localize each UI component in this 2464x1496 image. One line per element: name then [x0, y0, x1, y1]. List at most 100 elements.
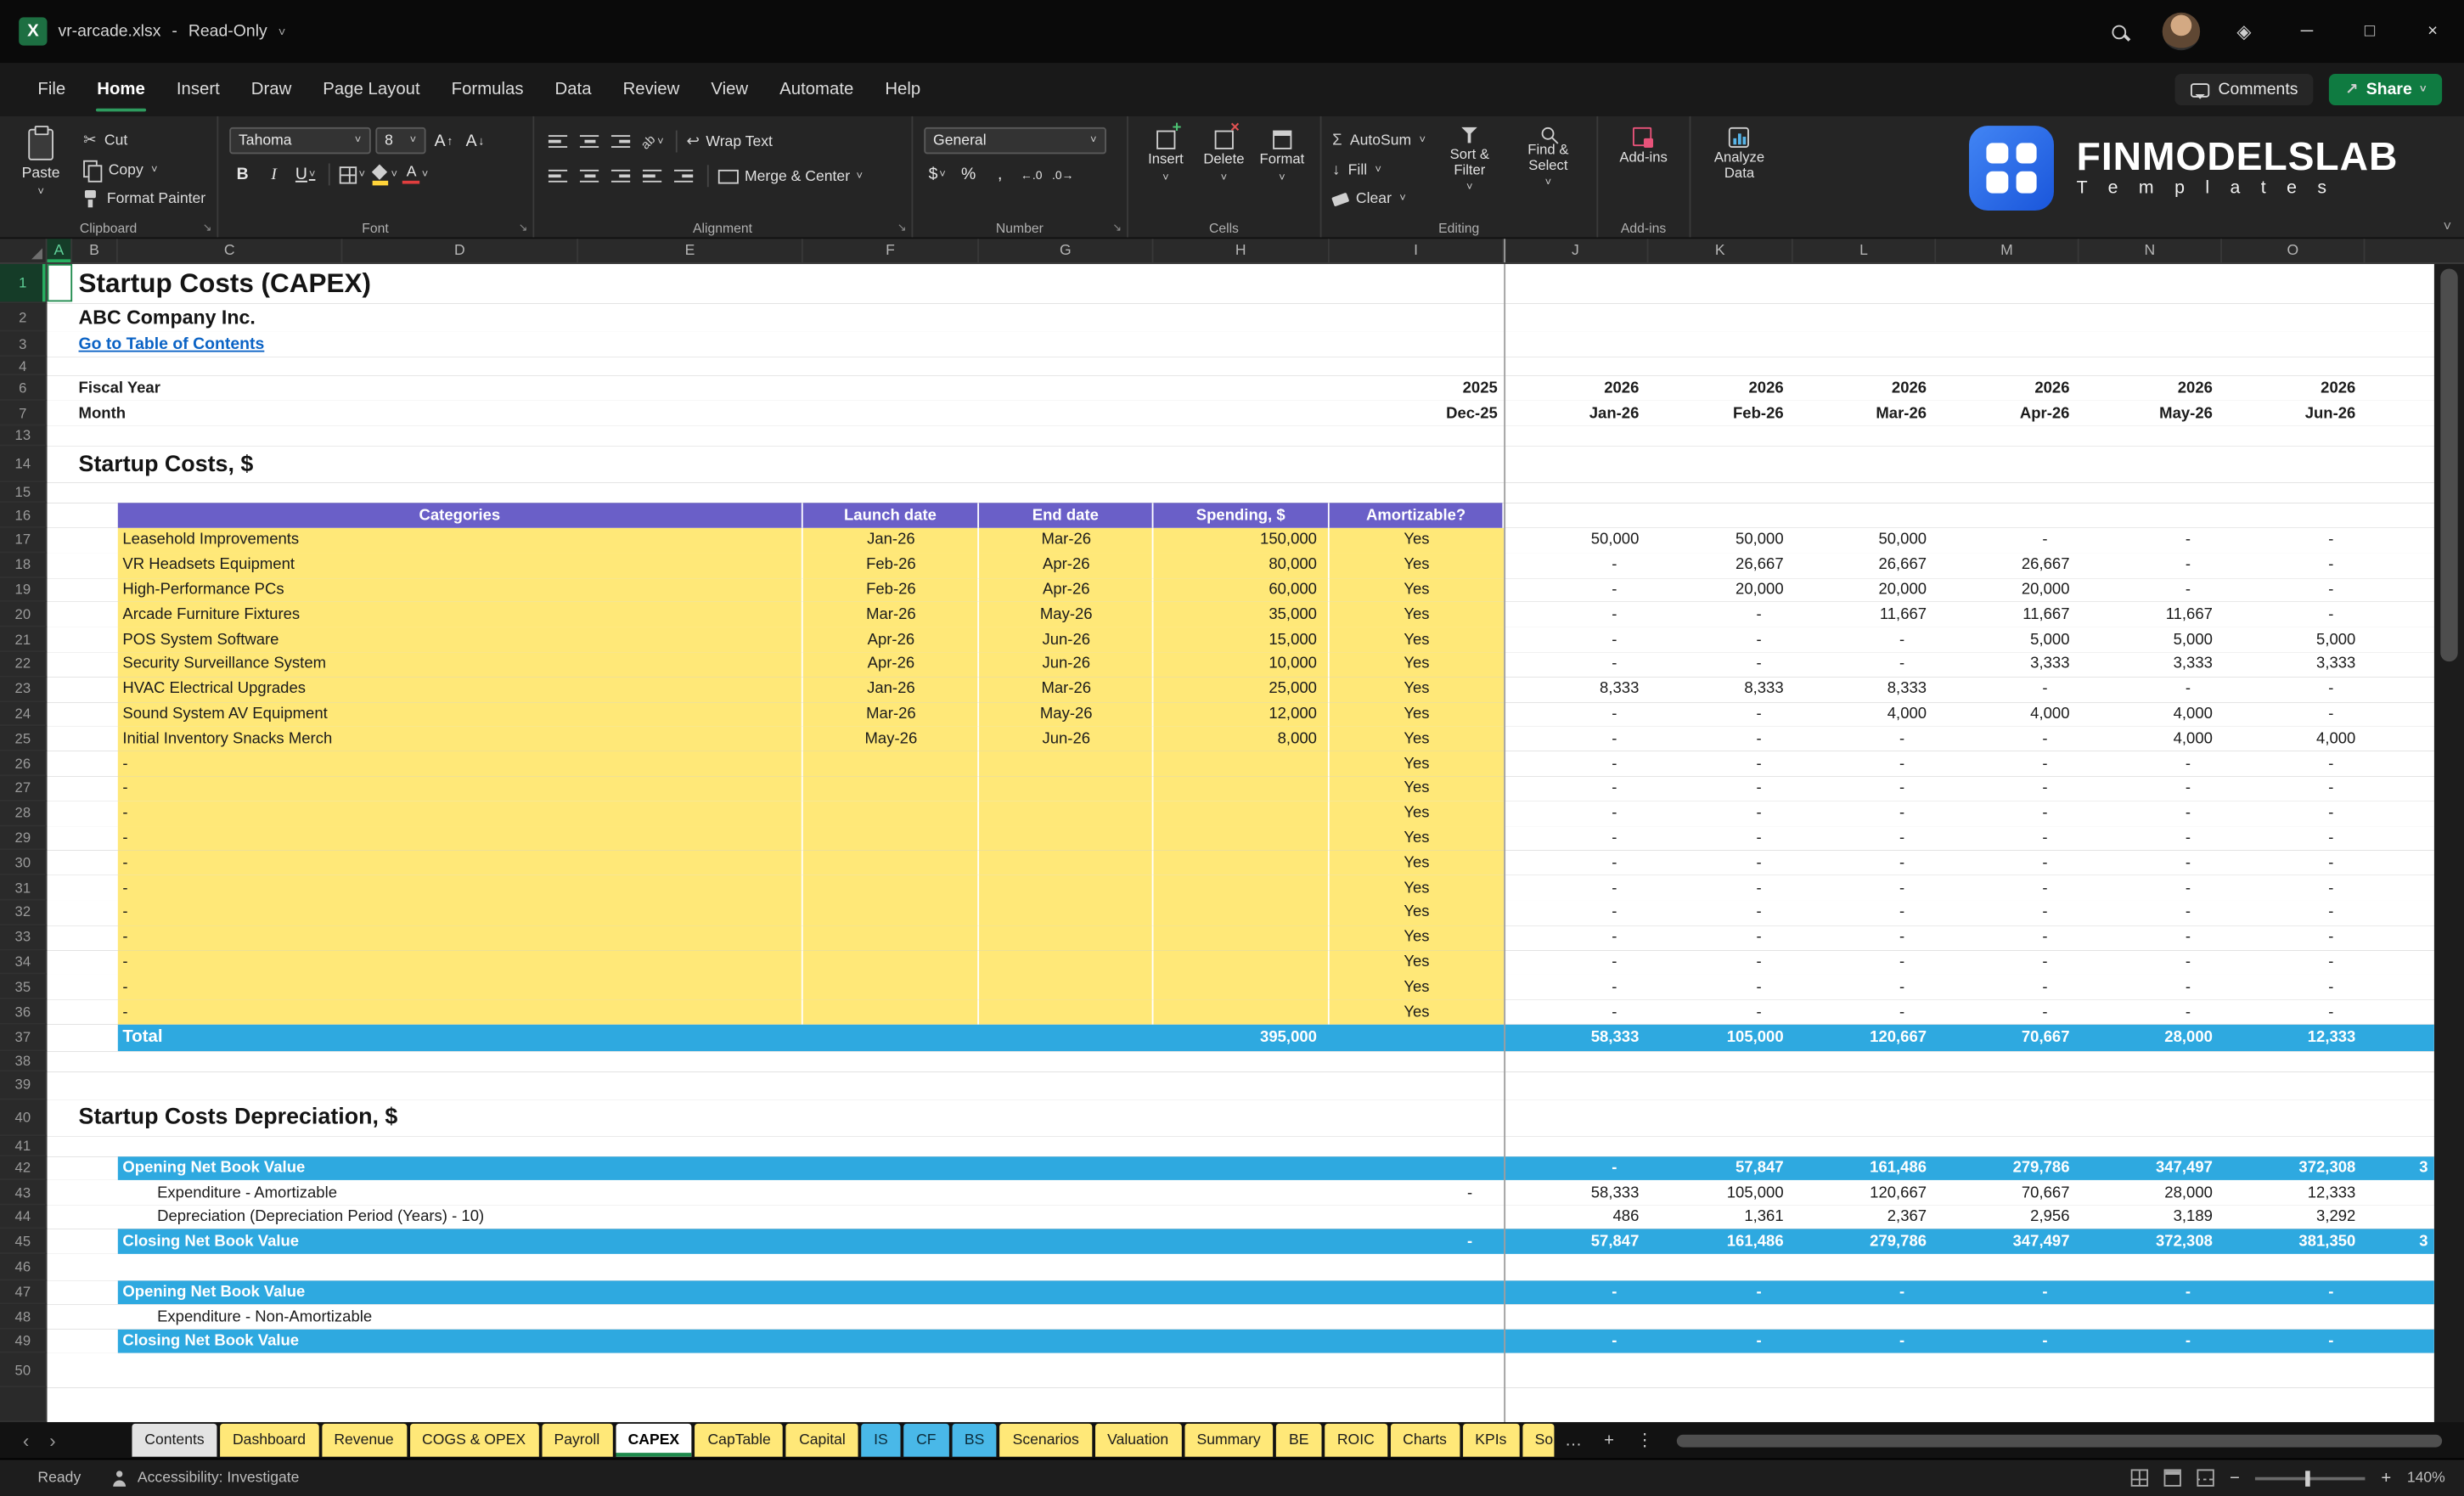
cell[interactable]: 3,292 [2222, 1205, 2365, 1229]
row-header[interactable]: 26 [0, 751, 48, 776]
tab-scroll-right-icon[interactable]: › [39, 1429, 65, 1451]
cell[interactable]: - [122, 900, 798, 925]
cell[interactable] [803, 776, 979, 801]
cell[interactable]: 347,497 [2079, 1156, 2222, 1181]
increase-indent-button[interactable] [671, 163, 697, 188]
cell[interactable]: - [1936, 900, 2079, 925]
row-header[interactable]: 31 [0, 875, 48, 900]
menu-insert[interactable]: Insert [160, 63, 235, 116]
cell[interactable]: - [1504, 826, 1648, 851]
cell[interactable]: - [122, 875, 798, 900]
cell[interactable]: - [1936, 925, 2079, 950]
page-layout-view-button[interactable] [2163, 1469, 2180, 1486]
sheet-tab-valuation[interactable]: Valuation [1094, 1424, 1181, 1457]
cell[interactable]: - [2079, 925, 2222, 950]
cell[interactable] [803, 975, 979, 999]
row-header[interactable]: 16 [0, 503, 48, 528]
cell[interactable]: - [1648, 1330, 1792, 1354]
row-header[interactable]: 13 [0, 426, 48, 447]
cell[interactable]: - [2222, 702, 2365, 727]
cell[interactable]: - [1793, 925, 1936, 950]
row-header[interactable]: 48 [0, 1305, 48, 1330]
cell[interactable]: - [2079, 999, 2222, 1024]
cell[interactable]: 395,000 [1153, 1025, 1329, 1051]
cell[interactable]: - [1648, 826, 1792, 851]
cell[interactable] [979, 900, 1153, 925]
row-header[interactable]: 45 [0, 1229, 48, 1254]
cell[interactable]: 105,000 [1648, 1181, 1792, 1206]
cell[interactable]: - [2079, 577, 2222, 602]
cell[interactable]: Jun-26 [979, 652, 1153, 677]
row-header[interactable]: 42 [0, 1156, 48, 1181]
sheet-tab-roic[interactable]: ROIC [1325, 1424, 1387, 1457]
cell[interactable]: - [2222, 950, 2365, 975]
cell[interactable]: - [1504, 702, 1648, 727]
cell[interactable] [803, 999, 979, 1024]
align-bottom-button[interactable] [608, 129, 634, 155]
cell[interactable]: Feb-26 [1648, 401, 1792, 426]
cell[interactable]: Mar-26 [803, 702, 979, 727]
analyze-data-button[interactable]: Analyze Data [1702, 124, 1777, 215]
cell[interactable]: 5,000 [2222, 627, 2365, 652]
cell[interactable]: - [1793, 627, 1936, 652]
cell[interactable]: - [122, 950, 798, 975]
comments-button[interactable]: Comments [2174, 74, 2314, 105]
cell[interactable]: 5,000 [1936, 627, 2079, 652]
row-header[interactable]: 40 [0, 1100, 48, 1136]
cell[interactable]: Closing Net Book Value [122, 1330, 299, 1354]
cell[interactable] [1153, 751, 1329, 776]
cell[interactable]: - [2222, 528, 2365, 553]
row-header[interactable]: 4 [0, 357, 48, 375]
sheet-tab-so[interactable]: So [1522, 1424, 1554, 1457]
cell[interactable]: 15,000 [1153, 627, 1329, 652]
cell[interactable]: - [1648, 900, 1792, 925]
cell[interactable]: Yes [1330, 826, 1504, 851]
new-sheet-button[interactable]: + [1593, 1431, 1625, 1449]
cell[interactable]: - [2079, 950, 2222, 975]
sheet-tab-revenue[interactable]: Revenue [322, 1424, 407, 1457]
cell[interactable]: Yes [1330, 553, 1504, 577]
column-header-g[interactable]: G [979, 239, 1153, 262]
row-header[interactable]: 29 [0, 826, 48, 851]
cell[interactable] [979, 925, 1153, 950]
cell[interactable]: - [122, 851, 798, 875]
excel-app-icon[interactable]: X [19, 17, 47, 45]
page-break-view-button[interactable] [2197, 1469, 2214, 1486]
cell[interactable]: - [2079, 801, 2222, 825]
cell[interactable]: - [1936, 999, 2079, 1024]
cell[interactable]: - [1648, 851, 1792, 875]
tab-scroll-left-icon[interactable]: ‹ [13, 1429, 39, 1451]
cell[interactable]: 57,847 [1648, 1156, 1792, 1181]
sheet-tab-summary[interactable]: Summary [1184, 1424, 1274, 1457]
cell[interactable]: Yes [1330, 652, 1504, 677]
cell[interactable]: - [1793, 900, 1936, 925]
sheet-tab-cogs-opex[interactable]: COGS & OPEX [409, 1424, 538, 1457]
cell[interactable]: 28,000 [2079, 1181, 2222, 1206]
row-header[interactable]: 3 [0, 332, 48, 357]
zoom-slider-thumb[interactable] [2306, 1470, 2311, 1486]
cell[interactable]: 3 [2365, 1229, 2433, 1254]
cell[interactable]: - [1793, 652, 1936, 677]
menu-draw[interactable]: Draw [235, 63, 307, 116]
decrease-decimal-button[interactable]: .0→ [1049, 162, 1076, 188]
cell[interactable]: - [1648, 999, 1792, 1024]
all-sheets-button[interactable]: … [1554, 1431, 1593, 1449]
underline-button[interactable]: U˅ [292, 162, 318, 188]
row-header[interactable] [0, 1388, 48, 1422]
cell[interactable]: 120,667 [1793, 1025, 1936, 1051]
row-header[interactable]: 18 [0, 553, 48, 577]
horizontal-scrollbar[interactable] [1677, 1434, 2442, 1447]
cell[interactable]: - [1504, 776, 1648, 801]
cell[interactable]: - [1504, 751, 1648, 776]
row-header[interactable]: 17 [0, 528, 48, 553]
row-header[interactable]: 32 [0, 900, 48, 925]
cell[interactable]: - [1936, 727, 2079, 751]
cell[interactable]: 12,333 [2222, 1181, 2365, 1206]
cell[interactable]: - [1793, 999, 1936, 1024]
number-format-select[interactable]: General˅ [924, 127, 1106, 154]
accessibility-status[interactable]: Accessibility: Investigate [112, 1469, 299, 1486]
row-header[interactable]: 15 [0, 482, 48, 503]
cell[interactable]: 2026 [1648, 375, 1792, 401]
cell[interactable]: 2026 [2222, 375, 2365, 401]
cell[interactable]: - [1936, 677, 2079, 701]
